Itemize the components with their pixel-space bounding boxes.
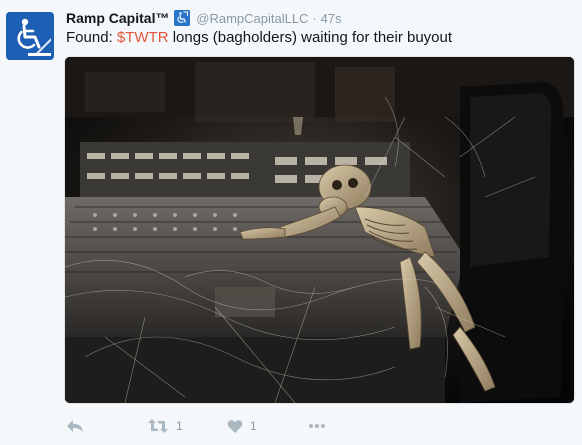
more-dots-icon [309,424,325,428]
skeleton-photo [65,57,574,403]
reply-button[interactable] [66,416,84,436]
wheelchair-icon [6,12,54,60]
like-button[interactable]: 1 [227,416,257,436]
tweet-photo[interactable] [65,57,574,403]
tweet-actions: 1 1 [66,416,366,436]
tweet-header: Ramp Capital™ @RampCapitalLLC · 47s [66,9,574,28]
user-handle[interactable]: @RampCapitalLLC [196,11,308,26]
retweet-count: 1 [176,419,183,433]
more-button[interactable] [308,416,326,436]
tweet-text-prefix: Found: [66,29,117,46]
retweet-button[interactable]: 1 [147,416,183,436]
like-count: 1 [250,419,257,433]
timestamp[interactable]: 47s [321,11,342,26]
separator-dot: · [312,11,317,26]
reply-icon [67,420,83,432]
wheelchair-badge-icon [174,10,191,26]
retweet-icon [148,419,168,433]
tweet[interactable]: Ramp Capital™ @RampCapitalLLC · 47s Foun… [0,0,582,445]
cashtag-link[interactable]: $TWTR [117,29,169,46]
avatar[interactable] [6,12,54,60]
tweet-text: Found: $TWTR longs (bagholders) waiting … [66,28,452,48]
tweet-text-suffix: longs (bagholders) waiting for their buy… [168,29,453,46]
display-name[interactable]: Ramp Capital™ [66,10,169,26]
heart-icon [227,419,243,433]
